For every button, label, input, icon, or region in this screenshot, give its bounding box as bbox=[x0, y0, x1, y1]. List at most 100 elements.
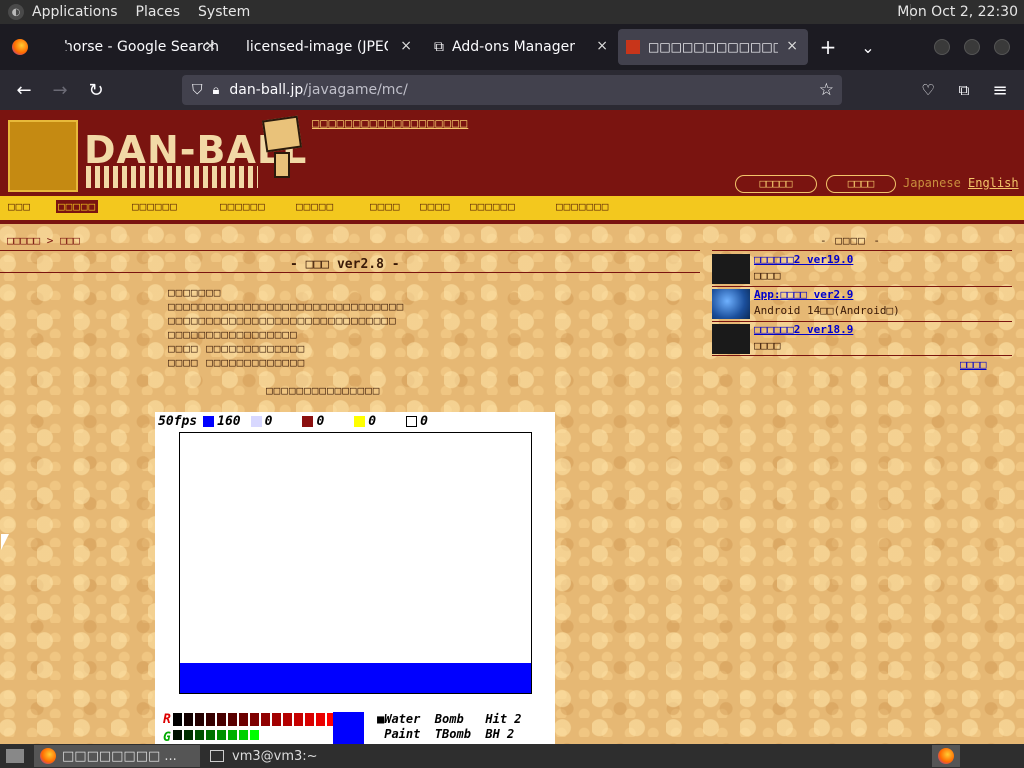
maximize-button[interactable] bbox=[964, 39, 980, 55]
tray-firefox-icon[interactable] bbox=[932, 745, 960, 767]
water-swatch bbox=[203, 416, 215, 427]
taskbar-firefox[interactable]: □□□□□□□□ ... bbox=[34, 745, 200, 767]
back-button[interactable]: ← bbox=[12, 78, 36, 102]
new-tab-button[interactable]: + bbox=[808, 35, 848, 59]
description-line: □□□□ □□□□□□□□□□□□□ bbox=[168, 356, 306, 369]
mouse-cursor bbox=[1, 534, 9, 550]
fps-counter: 50fps bbox=[158, 414, 198, 429]
sidebar-item[interactable]: □□□□□□2 ver18.9 □□□□ bbox=[712, 323, 1012, 357]
thumbnail-image[interactable] bbox=[712, 324, 750, 354]
divider bbox=[0, 272, 700, 273]
puzzle-icon: ⧉ bbox=[434, 39, 444, 55]
count-5: 0 bbox=[420, 414, 428, 429]
sidebar-item[interactable]: App:□□□□ ver2.9 Android 14□□(Android□) bbox=[712, 288, 1012, 322]
reload-button[interactable]: ↻ bbox=[84, 78, 108, 102]
water-layer bbox=[180, 663, 531, 693]
places-menu[interactable]: Places bbox=[136, 4, 181, 20]
water-count: 160 bbox=[217, 414, 241, 429]
extensions-icon[interactable]: ⧉ bbox=[952, 78, 976, 102]
site-nav: □□□ □□□□□ □□□□□□ □□□□□□ □□□□□ □□□□ □□□□ … bbox=[0, 196, 1024, 224]
firefox-icon bbox=[40, 748, 56, 764]
clock[interactable]: Mon Oct 2, 22:30 bbox=[897, 4, 1018, 20]
tab-licensed-image[interactable]: licensed-image (JPEG Ima × bbox=[226, 29, 422, 65]
firefox-menu[interactable] bbox=[0, 39, 40, 55]
divider bbox=[0, 250, 700, 251]
close-icon[interactable]: × bbox=[786, 38, 798, 54]
breadcrumb[interactable]: □□□□□ > □□□ bbox=[7, 234, 80, 247]
divider bbox=[712, 286, 1012, 287]
game-hud: 50fps 160 0 0 0 0 bbox=[158, 414, 428, 429]
sidebar-item[interactable]: □□□□□□2 ver19.0 □□□□ bbox=[712, 253, 1012, 287]
sidebar-item-link[interactable]: □□□□□□2 ver19.0 bbox=[754, 253, 853, 266]
green-slider[interactable]: G bbox=[163, 730, 261, 744]
game-canvas[interactable] bbox=[179, 432, 532, 694]
tools-row-2[interactable]: Paint TBomb BH 2 bbox=[377, 727, 522, 742]
description-line: □□□□□□□□□□□□□□□□□□□□□□□□□□□□□□ bbox=[168, 314, 397, 327]
shield-icon[interactable]: ⛉ bbox=[192, 82, 203, 98]
logo-barcode bbox=[86, 166, 258, 188]
lang-english[interactable]: English bbox=[968, 176, 1019, 190]
sidebar-item-sub: □□□□ bbox=[754, 269, 781, 282]
bookmark-star-icon[interactable]: ☆ bbox=[819, 80, 834, 100]
tab-addons-manager[interactable]: ⧉ Add-ons Manager × bbox=[422, 29, 618, 65]
lock-icon[interactable]: 🔒︎ bbox=[213, 83, 220, 98]
nav-item[interactable]: □□□□ bbox=[370, 200, 401, 213]
red-slider[interactable]: R bbox=[163, 712, 338, 727]
nav-item[interactable]: □□□□ bbox=[420, 200, 451, 213]
lang-japanese[interactable]: Japanese bbox=[903, 176, 961, 190]
thumbnail-image[interactable] bbox=[712, 254, 750, 284]
count-3: 0 bbox=[316, 414, 325, 429]
nav-item[interactable]: □□□□□ bbox=[296, 200, 334, 213]
powder-game-applet[interactable]: 50fps 160 0 0 0 0 R G ■Water Bomb Hit 2 … bbox=[155, 412, 555, 744]
sidebar-title: - □□□□ - bbox=[820, 234, 881, 247]
description-line: □□□□□□□□□□□□□□□□□ bbox=[168, 328, 298, 341]
pocket-icon[interactable]: ♡ bbox=[916, 78, 940, 102]
tools-row-1[interactable]: ■Water Bomb Hit 2 bbox=[377, 712, 522, 727]
nav-item[interactable]: □□□□□□ bbox=[470, 200, 516, 213]
nav-item[interactable]: □□□ bbox=[8, 200, 31, 213]
center-text: □□□□□□□□□□□□□□□ bbox=[266, 384, 381, 397]
tab-google-search[interactable]: horse - Google Search × bbox=[40, 29, 226, 65]
list-tabs-button[interactable]: ⌄ bbox=[848, 38, 888, 57]
url-text[interactable]: dan-ball.jp/javagame/mc/ bbox=[229, 82, 407, 98]
applications-menu[interactable]: Applications bbox=[32, 4, 118, 20]
tab-label: □□□□□□□□□□□□□□□□□□ bbox=[648, 40, 778, 54]
hamburger-menu-icon[interactable]: ≡ bbox=[988, 78, 1012, 102]
close-icon[interactable]: × bbox=[400, 38, 412, 54]
nav-item[interactable]: □□□□□□ bbox=[220, 200, 266, 213]
minimize-button[interactable] bbox=[934, 39, 950, 55]
more-link[interactable]: □□□□ bbox=[960, 358, 987, 371]
system-menu[interactable]: System bbox=[198, 4, 250, 20]
tab-dan-ball[interactable]: □□□□□□□□□□□□□□□□□□ × bbox=[618, 29, 808, 65]
url-bar[interactable]: ⛉ 🔒︎ dan-ball.jp/javagame/mc/ ☆ bbox=[182, 75, 842, 105]
header-top-link[interactable]: □□□□□□□□□□□□□□□□□□□ bbox=[312, 116, 468, 130]
tool-palette[interactable]: ■Water Bomb Hit 2 Paint TBomb BH 2 bbox=[377, 712, 522, 742]
gnome-foot-icon[interactable]: ◐ bbox=[8, 4, 24, 20]
description-line: □□□□ □□□□□□□□□□□□□ bbox=[168, 342, 306, 355]
divider bbox=[712, 321, 1012, 322]
close-icon[interactable]: × bbox=[596, 38, 608, 54]
divider bbox=[712, 250, 1012, 251]
r-label: R bbox=[163, 712, 171, 727]
tab-bar: horse - Google Search × licensed-image (… bbox=[0, 24, 1024, 70]
tab-label: horse - Google Search bbox=[64, 39, 219, 55]
show-desktop-icon[interactable] bbox=[0, 745, 30, 767]
sidebar-item-sub: Android 14□□(Android□) bbox=[754, 304, 900, 317]
nav-item[interactable]: □□□□□□ bbox=[132, 200, 178, 213]
close-icon[interactable]: × bbox=[204, 38, 216, 54]
login-button[interactable]: □□□□□ bbox=[735, 175, 817, 193]
forward-button[interactable]: → bbox=[48, 78, 72, 102]
dan-ball-logo-icon[interactable] bbox=[8, 120, 78, 192]
taskbar-terminal[interactable]: vm3@vm3:~ bbox=[204, 745, 324, 767]
globe-thumbnail-icon[interactable] bbox=[712, 289, 750, 319]
nav-item-active[interactable]: □□□□□ bbox=[56, 200, 99, 213]
sidebar-item-link[interactable]: □□□□□□2 ver18.9 bbox=[754, 323, 853, 336]
divider bbox=[712, 355, 1012, 356]
sidebar-item-link[interactable]: App:□□□□ ver2.9 bbox=[754, 288, 853, 301]
robot-mascot-icon bbox=[261, 115, 304, 190]
close-window-button[interactable] bbox=[994, 39, 1010, 55]
nav-item[interactable]: □□□□□□□ bbox=[556, 200, 609, 213]
register-button[interactable]: □□□□ bbox=[826, 175, 896, 193]
site-header: DAN-BALL □□□□□□□□□□□□□□□□□□□ □□□□□ □□□□ … bbox=[0, 110, 1024, 196]
description-line: □□□□□□□□□□□□□□□□□□□□□□□□□□□□□□□ bbox=[168, 300, 405, 313]
